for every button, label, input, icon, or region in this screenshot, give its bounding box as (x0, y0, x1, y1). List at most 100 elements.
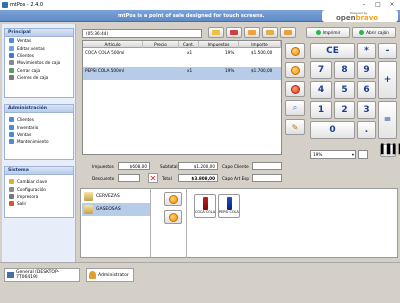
category-item-selected[interactable]: GASEOSAS (82, 203, 150, 216)
delete-icon (230, 30, 238, 35)
key-ce[interactable]: CE (310, 43, 355, 59)
orange-circle-icon (168, 212, 178, 222)
minimize-button[interactable]: – (358, 1, 370, 9)
search-product-button[interactable]: ⌕ (285, 100, 305, 116)
split-icon (284, 30, 292, 35)
table-row[interactable]: COCA COLA 500ml x1 19% $1.500,00 (83, 49, 281, 57)
header-message: mtPos is a point of sale designed for to… (118, 13, 265, 19)
key-4[interactable]: 4 (310, 81, 332, 99)
key-7[interactable]: 7 (310, 61, 332, 79)
impuestos-value: $608,00 (118, 162, 150, 170)
search-icon: ⌕ (292, 103, 298, 112)
drawer-status-icon (359, 30, 365, 35)
key-multiply[interactable]: * (357, 43, 376, 59)
subtotal-value: $1.200,00 (178, 162, 218, 170)
new-ticket-button[interactable] (208, 27, 224, 38)
art-esp-field[interactable] (252, 174, 282, 182)
sidebar-item-impresora[interactable]: Impresora (5, 193, 73, 200)
key-9[interactable]: 9 (357, 61, 376, 79)
delete-ticket-button[interactable] (226, 27, 242, 38)
col-importe: Importe (239, 41, 281, 48)
chevron-down-icon: ▾ (351, 152, 354, 157)
product-item[interactable]: COCA COLA 500ml (194, 194, 216, 218)
delete-line-button[interactable] (285, 81, 305, 97)
sidebar-item-cambiar-clave[interactable]: Cambiar clave (5, 178, 73, 185)
impuestos-label: Impuestos (92, 164, 114, 169)
tickets-list-button[interactable] (244, 27, 260, 38)
refund-icon (266, 30, 274, 35)
orange-circle-icon (290, 46, 300, 56)
panel-principal: Principal Ventas Editar ventas Clientes … (4, 28, 74, 98)
key-8[interactable]: 8 (334, 61, 355, 79)
panel-title: Administración (5, 105, 73, 113)
window-title: mtPos - 2.4.0 (10, 2, 44, 8)
barcode-button[interactable]: ▍▌▍▌ (380, 144, 400, 157)
logo-text: openbravo (336, 14, 379, 22)
key-equals[interactable]: = (378, 101, 397, 139)
descuento-field[interactable] (118, 174, 140, 182)
open-drawer-button[interactable]: Abrir cajón (352, 27, 396, 38)
tax-select[interactable]: 19% ▾ (310, 150, 356, 159)
new-ticket-icon (212, 30, 220, 35)
cash-closings-icon (9, 75, 14, 81)
col-impuestos: Impuestos (199, 41, 239, 48)
printer-icon (9, 193, 14, 199)
key-icon (9, 179, 14, 185)
category-icon (84, 205, 93, 214)
sidebar-item-movimientos[interactable]: Movimientos de caja (5, 59, 73, 66)
sidebar-item-mantenimiento[interactable]: Mantenimiento (5, 138, 73, 145)
red-circle-icon (290, 84, 300, 94)
close-icon: ✕ (149, 174, 157, 183)
increase-line-button[interactable] (285, 43, 305, 59)
sidebar-item-admin-clientes[interactable]: Clientes (5, 116, 73, 123)
sidebar-item-editar-ventas[interactable]: Editar ventas (5, 44, 73, 51)
decrease-line-button[interactable] (285, 62, 305, 78)
host-indicator: General (DESKTOP-7T06419) (4, 268, 80, 282)
sidebar-item-cerrar-caja[interactable]: Cerrar caja (5, 67, 73, 74)
split-button[interactable] (280, 27, 296, 38)
sidebar-item-clientes[interactable]: Clientes (5, 52, 73, 59)
key-dot[interactable]: . (357, 121, 376, 139)
sidebar-item-inventario[interactable]: Inventario (5, 123, 73, 130)
scroll-up-button[interactable] (164, 192, 182, 206)
scan-field[interactable] (358, 150, 368, 159)
scroll-down-button[interactable] (164, 210, 182, 224)
key-plus[interactable]: + (378, 61, 397, 99)
key-0[interactable]: 0 (310, 121, 355, 139)
ventas-icon (9, 38, 14, 44)
sidebar-item-ventas[interactable]: Ventas (5, 37, 73, 44)
capo-text: Capo (222, 164, 235, 169)
total-label: Total (162, 176, 172, 181)
capo-text: Capo (222, 176, 235, 181)
clear-discount-button[interactable]: ✕ (148, 173, 158, 183)
refund-button[interactable] (262, 27, 278, 38)
ticket-header: Artículo Precio Cant. Impuestos Importe (83, 41, 281, 48)
ticket-id-field[interactable]: (05:36:44) (82, 29, 202, 38)
col-cant: Cant. (179, 41, 199, 48)
customers-icon (9, 52, 14, 58)
computer-icon (7, 272, 14, 278)
sidebar-item-salir[interactable]: Salir (5, 200, 73, 207)
key-minus[interactable]: - (378, 43, 397, 59)
product-item[interactable]: PEPSI COLA 500ml (218, 194, 240, 218)
sidebar-item-configuracion[interactable]: Configuración (5, 185, 73, 192)
category-item[interactable]: CERVEZAS (82, 190, 150, 203)
edit-line-button[interactable]: ✎ (285, 119, 305, 135)
divider (186, 188, 187, 258)
maximize-button[interactable]: □ (372, 1, 384, 9)
sidebar-item-cierres[interactable]: Cierres de caja (5, 74, 73, 81)
inventory-icon (9, 124, 14, 130)
key-6[interactable]: 6 (357, 81, 376, 99)
barcode-icon: ▍▌▍▌ (381, 145, 400, 155)
user-indicator[interactable]: Administrator (86, 268, 134, 282)
key-1[interactable]: 1 (310, 101, 332, 119)
key-3[interactable]: 3 (357, 101, 376, 119)
print-button[interactable]: Imprimir (306, 27, 350, 38)
title-bar (0, 0, 400, 10)
close-button[interactable]: × (386, 1, 398, 9)
key-2[interactable]: 2 (334, 101, 355, 119)
key-5[interactable]: 5 (334, 81, 355, 99)
table-row-selected[interactable]: PEPSI COLA 500ml x1 19% $1.700,00 (83, 67, 281, 80)
sidebar-item-admin-ventas[interactable]: Ventas (5, 131, 73, 138)
cliente-field[interactable] (252, 162, 282, 170)
